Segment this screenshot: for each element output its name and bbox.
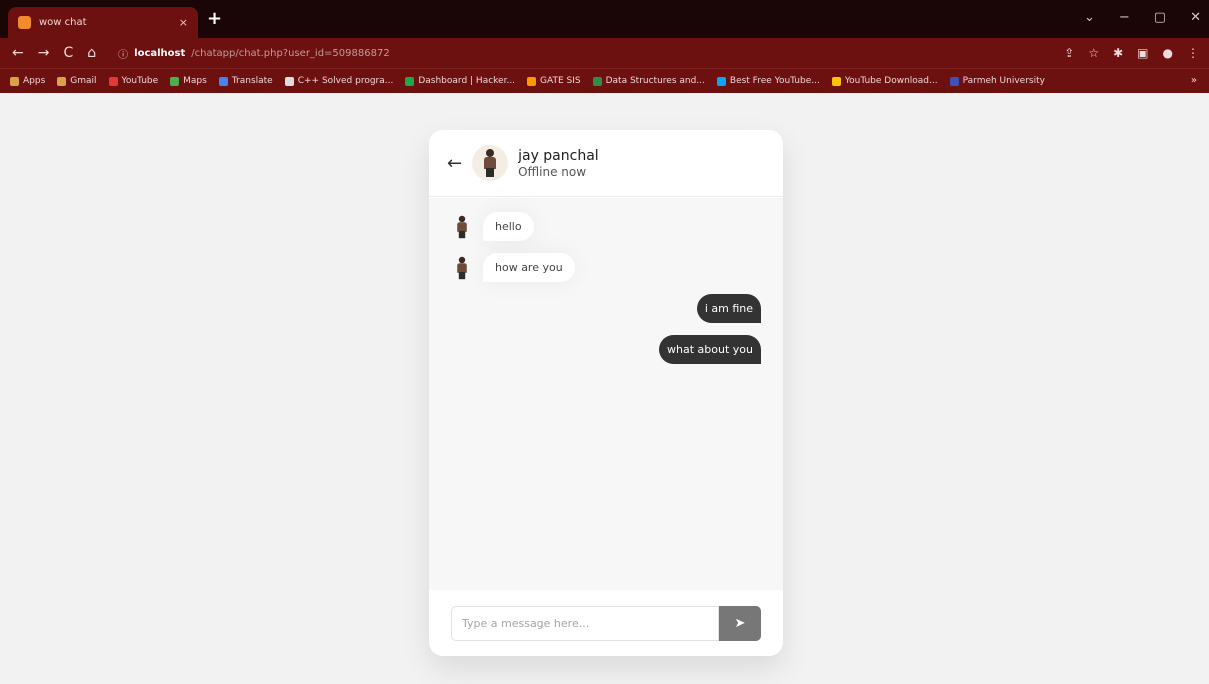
star-icon[interactable]: ☆: [1088, 46, 1099, 60]
extensions-icon[interactable]: ✱: [1113, 46, 1123, 60]
avatar: [472, 145, 509, 181]
bookmark-youtube[interactable]: YouTube: [108, 76, 159, 86]
reload-icon[interactable]: C: [63, 45, 73, 61]
chat-box[interactable]: hello how are you i am fine what about y…: [429, 198, 783, 590]
chart-icon: [527, 76, 537, 86]
gmail-icon: [57, 76, 67, 86]
message-text: how are you: [483, 253, 575, 282]
bookmark-label: Dashboard | Hacker...: [418, 76, 516, 86]
minimize-icon[interactable]: −: [1119, 10, 1130, 25]
bookmark-label: C++ Solved progra...: [297, 76, 394, 86]
back-arrow-icon[interactable]: ←: [447, 153, 462, 174]
bookmark-apps[interactable]: Apps: [10, 76, 45, 86]
university-icon: [949, 76, 959, 86]
url-host: localhost: [134, 47, 186, 59]
bookmark-gmail[interactable]: Gmail: [57, 76, 97, 86]
send-icon: ➤: [734, 615, 746, 630]
tab-bar: wow chat × + ⌄ − ▢ ✕: [0, 0, 1209, 38]
hackerrank-icon: [405, 76, 415, 86]
translate-icon: [218, 76, 228, 86]
toolbar-icons: ⇪ ☆ ✱ ▣ ● ⋮: [1064, 46, 1199, 60]
forward-nav-icon[interactable]: →: [38, 45, 50, 61]
bookmark-label: YouTube Download...: [844, 76, 938, 86]
bookmarks-bar: Apps Gmail YouTube Maps Translate C++ So…: [0, 68, 1209, 93]
bookmark-label: Translate: [231, 76, 273, 86]
browser-chrome: wow chat × + ⌄ − ▢ ✕ ← → C ⌂ ⓘ localhost…: [0, 0, 1209, 93]
window-controls: ⌄ − ▢ ✕: [1084, 10, 1201, 25]
maps-icon: [170, 76, 180, 86]
info-icon: ⓘ: [118, 49, 129, 61]
share-icon[interactable]: ⇪: [1064, 46, 1074, 60]
bookmark-translate[interactable]: Translate: [218, 76, 273, 86]
bookmark-yt-download[interactable]: YouTube Download...: [831, 76, 938, 86]
outgoing-message: what about you: [451, 335, 761, 364]
bookmark-label: Best Free YouTube...: [729, 76, 820, 86]
new-tab-button[interactable]: +: [207, 10, 222, 28]
bookmark-maps[interactable]: Maps: [170, 76, 207, 86]
menu-icon[interactable]: ⋮: [1187, 46, 1199, 60]
bookmark-label: GATE SIS: [540, 76, 581, 86]
maximize-icon[interactable]: ▢: [1154, 10, 1166, 25]
message-text: i am fine: [696, 294, 761, 323]
bookmark-label: Gmail: [70, 76, 97, 86]
youtube-icon: [108, 76, 118, 86]
sidebar-icon[interactable]: ▣: [1137, 46, 1148, 60]
bookmarks-more-icon[interactable]: »: [1191, 75, 1197, 86]
user-status: Offline now: [518, 164, 587, 179]
back-nav-icon[interactable]: ←: [12, 45, 24, 61]
nav-buttons: ← → C ⌂: [12, 45, 96, 61]
bookmark-label: Data Structures and...: [605, 76, 705, 86]
message-text: hello: [483, 212, 534, 241]
globe-icon: [284, 76, 294, 86]
tab-title: wow chat: [39, 17, 87, 28]
bookmark-dashboard[interactable]: Dashboard | Hacker...: [405, 76, 515, 86]
message-input[interactable]: [451, 605, 719, 641]
tab-close-icon[interactable]: ×: [179, 16, 188, 29]
sender-avatar: [451, 214, 473, 240]
outgoing-message: i am fine: [451, 294, 761, 323]
chat-window: ← jay panchal Offline now hello how are …: [429, 130, 783, 656]
apps-icon: [10, 76, 19, 86]
gfg-icon: [592, 76, 602, 86]
bookmark-cpp[interactable]: C++ Solved progra...: [284, 76, 394, 86]
browser-tab[interactable]: wow chat ×: [8, 7, 198, 38]
tag-icon: [716, 76, 726, 86]
bookmark-best-free[interactable]: Best Free YouTube...: [716, 76, 820, 86]
home-icon[interactable]: ⌂: [87, 45, 96, 61]
incoming-message: hello: [451, 212, 761, 241]
typing-area: ➤: [429, 590, 783, 656]
send-button[interactable]: ➤: [719, 605, 761, 641]
bookmark-label: Maps: [183, 76, 207, 86]
favicon-icon: [18, 16, 31, 29]
chat-header: ← jay panchal Offline now: [429, 130, 783, 197]
user-name: jay panchal: [518, 147, 599, 164]
url-path: /chatapp/chat.php?user_id=509886872: [191, 47, 390, 59]
person-icon: [457, 256, 467, 279]
download-icon: [831, 76, 841, 86]
user-details: jay panchal Offline now: [518, 148, 599, 179]
bookmark-data-structures[interactable]: Data Structures and...: [592, 76, 705, 86]
bookmark-label: Apps: [23, 76, 46, 86]
incoming-message: how are you: [451, 253, 761, 282]
bookmark-university[interactable]: Parmeh University: [949, 76, 1045, 86]
person-icon: [457, 215, 467, 238]
bookmark-label: Parmeh University: [962, 76, 1045, 86]
browser-toolbar: ← → C ⌂ ⓘ localhost/chatapp/chat.php?use…: [0, 38, 1209, 68]
bookmark-label: YouTube: [121, 76, 159, 86]
sender-avatar: [451, 255, 473, 281]
person-icon: [484, 149, 497, 177]
profile-icon[interactable]: ●: [1163, 46, 1173, 60]
tab-search-icon[interactable]: ⌄: [1084, 10, 1095, 25]
close-window-icon[interactable]: ✕: [1190, 10, 1201, 25]
address-bar[interactable]: ⓘ localhost/chatapp/chat.php?user_id=509…: [118, 46, 390, 61]
message-text: what about you: [659, 335, 761, 364]
bookmark-gate[interactable]: GATE SIS: [527, 76, 581, 86]
